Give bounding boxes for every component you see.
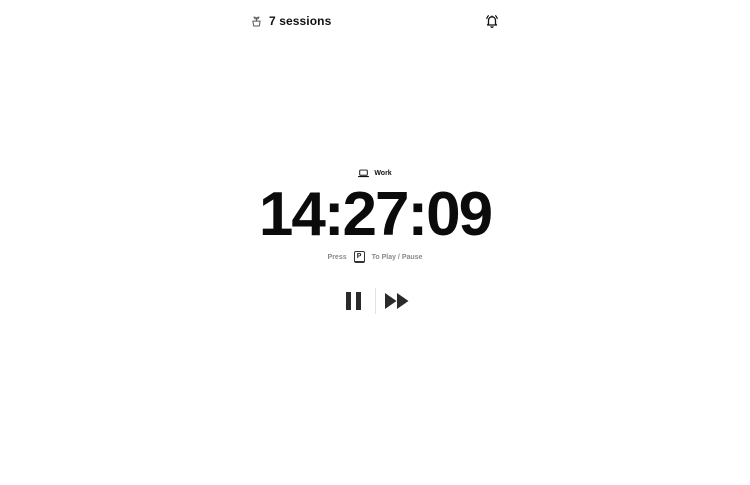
session-counter: 7 sessions: [250, 10, 331, 32]
app-window: 7 sessions Work 14:27:09 Press P To Play…: [0, 0, 750, 485]
pause-button[interactable]: [339, 286, 369, 316]
sprout-pot-icon: [252, 16, 261, 26]
keyboard-hint: Press P To Play / Pause: [0, 249, 750, 265]
mode-label: Work: [374, 169, 392, 177]
timer-display: 14:27:09: [258, 180, 493, 249]
bell-ringing-icon[interactable]: [484, 13, 500, 29]
laptop-icon: [358, 169, 370, 177]
mode-indicator: Work: [0, 166, 750, 180]
hint-prefix: Press: [327, 253, 347, 261]
keycap-p: P: [353, 251, 365, 263]
hint-suffix: To Play / Pause: [371, 253, 423, 261]
pause-icon: [345, 292, 361, 310]
fast-forward-icon: [384, 293, 408, 309]
timer-controls: [0, 286, 750, 316]
header: 7 sessions: [250, 10, 500, 32]
sessions-count-label: 7 sessions: [269, 14, 332, 28]
controls-divider: [374, 288, 376, 314]
skip-button[interactable]: [382, 286, 412, 316]
